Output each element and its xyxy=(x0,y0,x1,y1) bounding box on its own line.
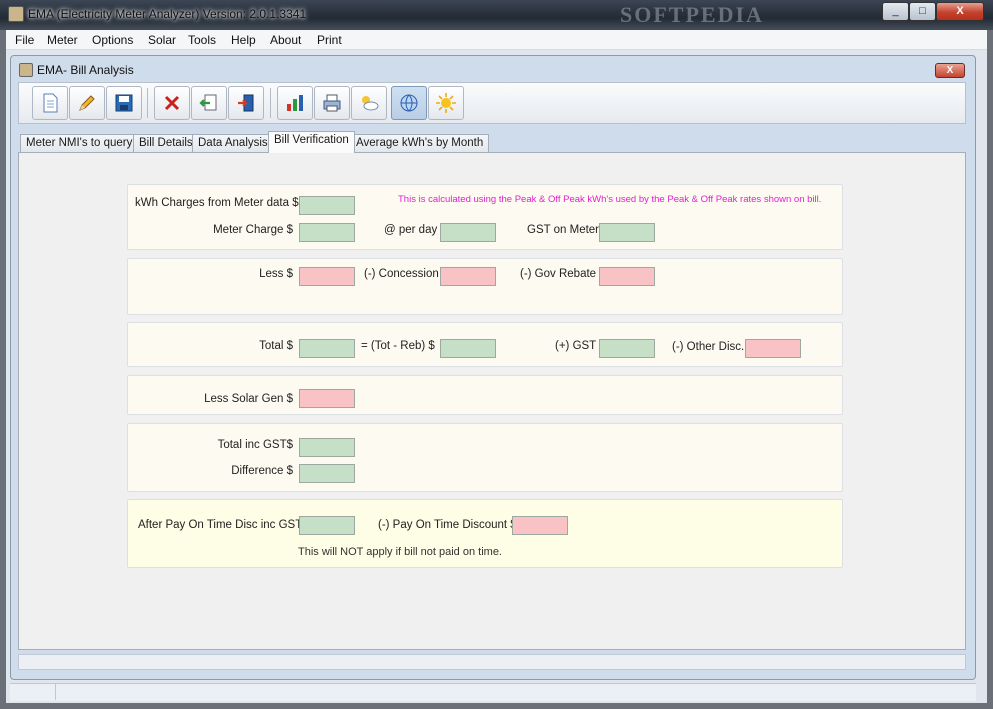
concession-field[interactable] xyxy=(440,267,496,286)
gov-rebate-label: (-) Gov Rebate xyxy=(520,268,597,280)
calculation-note: This is calculated using the Peak & Off … xyxy=(398,194,822,205)
gov-rebate-field[interactable] xyxy=(599,267,655,286)
gst-on-meter-field[interactable] xyxy=(599,223,655,242)
app-status-bar xyxy=(10,683,976,701)
edit-pencil-icon xyxy=(79,95,95,111)
pay-on-time-discount-label: (-) Pay On Time Discount $ xyxy=(378,519,517,531)
solar-button[interactable] xyxy=(428,86,464,120)
sun-icon xyxy=(436,93,456,113)
after-pay-label: After Pay On Time Disc inc GST$ xyxy=(138,519,309,531)
printer-icon xyxy=(323,94,341,112)
total-inc-gst-field[interactable] xyxy=(299,438,355,457)
plus-gst-label: (+) GST xyxy=(555,340,597,352)
tab-bill-details[interactable]: Bill Details xyxy=(133,134,199,152)
total-field[interactable] xyxy=(299,339,355,358)
child-window-icon xyxy=(19,63,33,77)
menu-solar[interactable]: Solar xyxy=(148,33,176,47)
total-inc-gst-group xyxy=(127,423,843,492)
total-label: Total $ xyxy=(259,340,293,352)
menu-options[interactable]: Options xyxy=(92,33,133,47)
per-day-label: @ per day xyxy=(384,224,438,236)
toolbar-separator xyxy=(270,88,271,118)
child-close-button[interactable]: X xyxy=(935,63,965,78)
per-day-field[interactable] xyxy=(440,223,496,242)
save-disk-icon xyxy=(115,94,133,112)
delete-button[interactable] xyxy=(154,86,190,120)
tab-bill-verification[interactable]: Bill Verification xyxy=(268,131,355,153)
other-disc-label: (-) Other Disc. xyxy=(672,341,745,353)
status-bar-panel xyxy=(12,684,56,700)
tot-reb-field[interactable] xyxy=(440,339,496,358)
app-title: EMA (Electricity Meter Analyzer) Version… xyxy=(28,7,307,21)
kwh-charges-field[interactable] xyxy=(299,196,355,215)
edit-button[interactable] xyxy=(69,86,105,120)
concession-label: (-) Concession xyxy=(364,268,439,280)
menu-tools[interactable]: Tools xyxy=(188,33,216,47)
tot-reb-label: = (Tot - Reb) $ xyxy=(361,340,435,352)
menu-meter[interactable]: Meter xyxy=(47,33,78,47)
globe-button[interactable] xyxy=(391,86,427,120)
menu-about[interactable]: About xyxy=(270,33,301,47)
pay-on-time-note: This will NOT apply if bill not paid on … xyxy=(298,546,502,558)
softpedia-watermark: SOFTPEDIA xyxy=(620,2,764,27)
close-button[interactable]: X xyxy=(936,2,984,21)
import-button[interactable] xyxy=(191,86,227,120)
gst-on-meter-label: GST on Meter xyxy=(527,224,600,236)
toolbar-separator xyxy=(147,88,148,118)
chart-button[interactable] xyxy=(277,86,313,120)
import-arrow-icon xyxy=(199,94,217,111)
other-disc-field[interactable] xyxy=(745,339,801,358)
delete-x-icon xyxy=(164,95,180,111)
tab-data-analysis[interactable]: Data Analysis xyxy=(192,134,274,152)
maximize-button[interactable]: □ xyxy=(909,2,936,21)
difference-field[interactable] xyxy=(299,464,355,483)
tab-average-kwh[interactable]: Average kWh's by Month xyxy=(350,134,490,152)
less-label: Less $ xyxy=(259,268,293,280)
app-icon[interactable] xyxy=(8,6,24,22)
menu-print[interactable]: Print xyxy=(317,33,342,47)
save-button[interactable] xyxy=(106,86,142,120)
exit-button[interactable] xyxy=(228,86,264,120)
meter-charge-label: Meter Charge $ xyxy=(213,224,293,236)
child-window-title: EMA- Bill Analysis xyxy=(37,63,134,77)
globe-icon xyxy=(400,94,418,112)
total-inc-gst-label: Total inc GST$ xyxy=(217,439,293,451)
plus-gst-field[interactable] xyxy=(599,339,655,358)
weather-button[interactable] xyxy=(351,86,387,120)
exit-door-icon xyxy=(238,94,254,112)
menu-help[interactable]: Help xyxy=(231,33,256,47)
after-pay-field[interactable] xyxy=(299,516,355,535)
tab-meter-nmi[interactable]: Meter NMI's to query xyxy=(20,134,139,152)
kwh-charges-label: kWh Charges from Meter data $ xyxy=(135,197,299,209)
difference-label: Difference $ xyxy=(231,465,293,477)
solar-gen-field[interactable] xyxy=(299,389,355,408)
minimize-button[interactable]: _ xyxy=(882,2,909,21)
print-button[interactable] xyxy=(314,86,350,120)
less-field[interactable] xyxy=(299,267,355,286)
bar-chart-icon xyxy=(287,95,303,111)
weather-cloud-icon xyxy=(362,96,379,111)
menu-file[interactable]: File xyxy=(15,33,34,47)
meter-charge-field[interactable] xyxy=(299,223,355,242)
new-document-icon xyxy=(43,93,58,113)
child-status-bar xyxy=(18,654,966,670)
solar-gen-label: Less Solar Gen $ xyxy=(204,393,293,405)
pay-on-time-discount-field[interactable] xyxy=(512,516,568,535)
new-button[interactable] xyxy=(32,86,68,120)
